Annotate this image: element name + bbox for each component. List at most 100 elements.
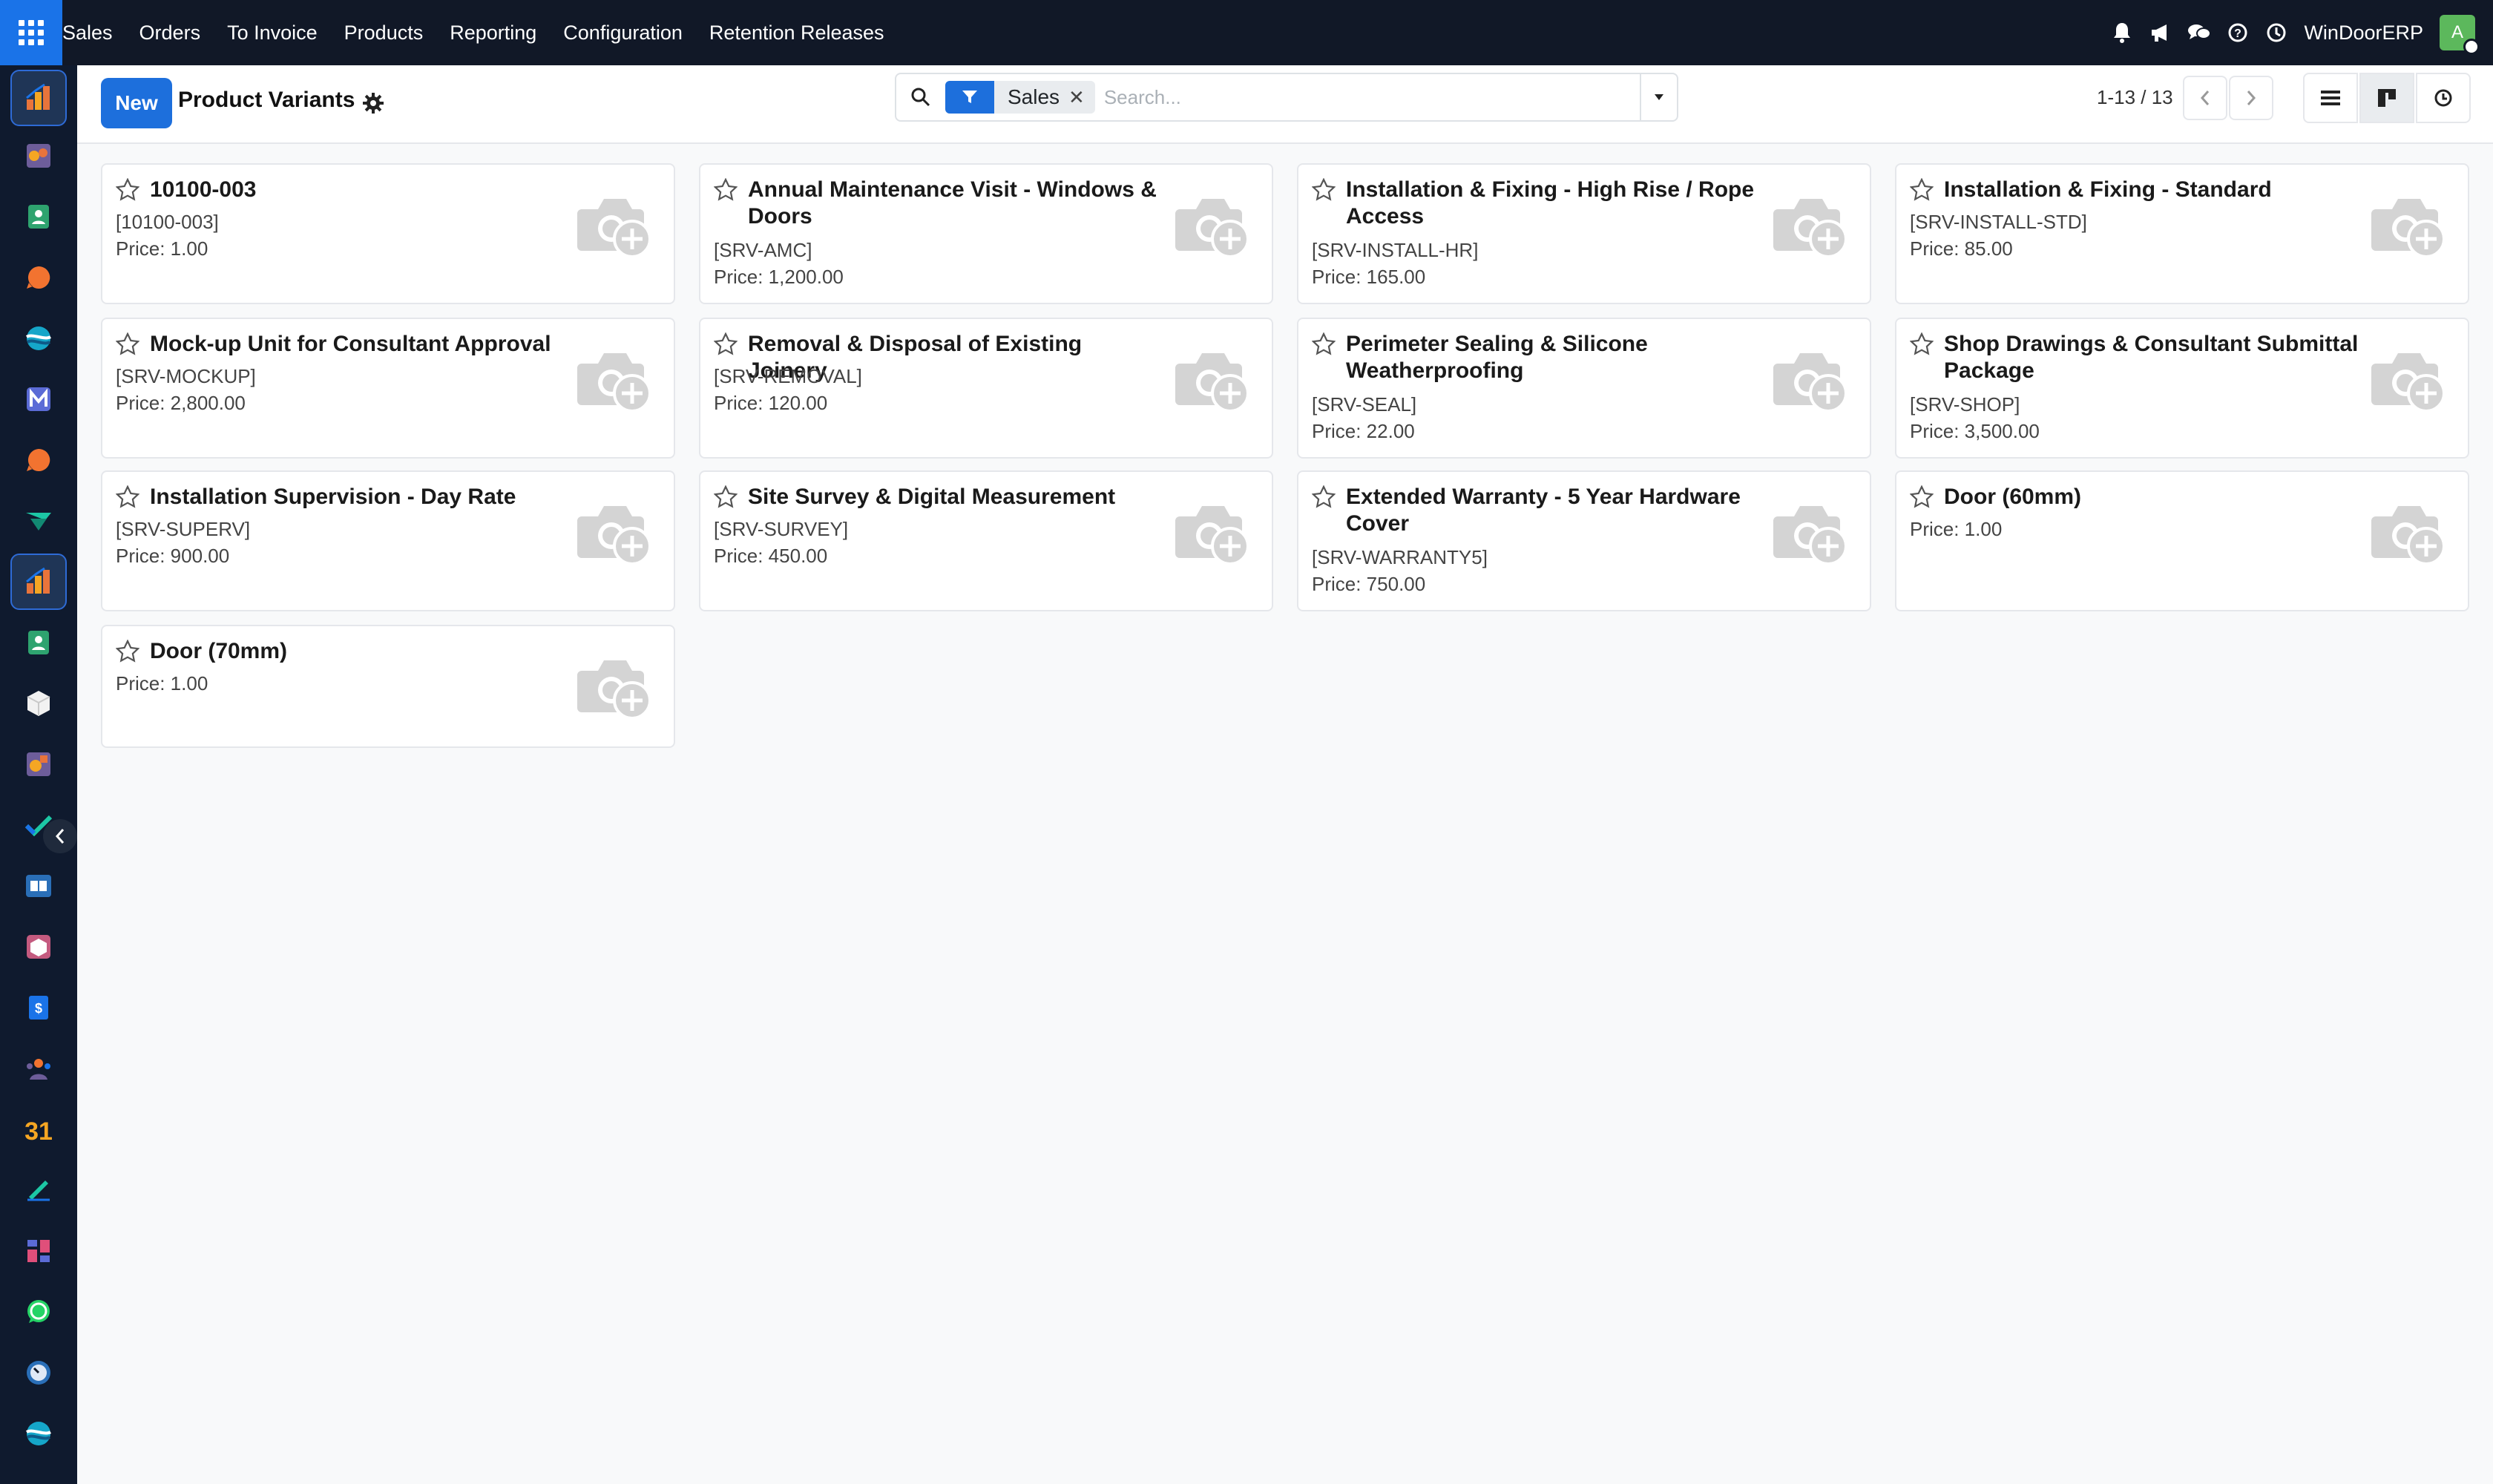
- facet-value: Sales: [1008, 85, 1060, 108]
- menu-reporting[interactable]: Reporting: [436, 0, 550, 65]
- product-name: Shop Drawings & Consultant Submittal Pac…: [1944, 332, 2359, 383]
- add-photo-icon: [2371, 199, 2446, 258]
- pager-value[interactable]: 1-13 / 13: [2097, 86, 2173, 109]
- product-card[interactable]: Shop Drawings & Consultant Submittal Pac…: [1895, 318, 2469, 459]
- star-icon[interactable]: [1312, 178, 1336, 202]
- sidebar-app-chat[interactable]: [10, 432, 67, 488]
- apps-grid-icon: [19, 20, 44, 45]
- sidebar-collapse-button[interactable]: [43, 819, 77, 853]
- product-card[interactable]: Perimeter Sealing & Silicone Weatherproo…: [1297, 318, 1871, 459]
- avatar[interactable]: A: [2440, 15, 2480, 55]
- discuss-icon: [27, 144, 50, 168]
- sidebar-app-whatsapp[interactable]: [10, 1284, 67, 1340]
- product-reference: [SRV-SURVEY]: [714, 518, 849, 540]
- knowledge-book-icon: [26, 875, 51, 897]
- menu-retention-releases[interactable]: Retention Releases: [696, 0, 898, 65]
- star-icon[interactable]: [1910, 485, 1934, 509]
- product-price: Price: 1,200.00: [714, 266, 844, 288]
- new-button[interactable]: New: [101, 78, 172, 128]
- product-price: Price: 900.00: [116, 545, 230, 567]
- product-card[interactable]: Installation & Fixing - Standard [SRV-IN…: [1895, 163, 2469, 304]
- chat-icon[interactable]: [2181, 14, 2218, 51]
- accounting-icon: $: [29, 996, 48, 1020]
- sidebar-app-product[interactable]: [10, 919, 67, 975]
- clock-icon[interactable]: [2258, 14, 2295, 51]
- product-card[interactable]: Site Survey & Digital Measurement [SRV-S…: [699, 470, 1273, 611]
- star-icon[interactable]: [1312, 332, 1336, 356]
- sidebar-app-website-2[interactable]: [10, 1405, 67, 1462]
- product-card[interactable]: Door (70mm) Price: 1.00: [101, 625, 675, 748]
- star-icon[interactable]: [714, 332, 738, 356]
- product-card[interactable]: Installation Supervision - Day Rate [SRV…: [101, 470, 675, 611]
- star-icon[interactable]: [116, 485, 139, 509]
- sidebar-app-contacts-2[interactable]: [10, 614, 67, 671]
- search-input[interactable]: Search...: [1104, 86, 1640, 109]
- help-icon[interactable]: ?: [2219, 14, 2256, 51]
- sidebar-app-inventory[interactable]: [10, 675, 67, 732]
- add-photo-icon: [1773, 199, 1847, 258]
- product-card[interactable]: Door (60mm) Price: 1.00: [1895, 470, 2469, 611]
- sidebar-app-email-marketing[interactable]: [10, 371, 67, 427]
- add-photo-icon: [1175, 353, 1249, 413]
- list-view-button[interactable]: [2303, 73, 2358, 123]
- whatsapp-icon: [27, 1300, 50, 1323]
- pager-previous-button[interactable]: [2183, 76, 2227, 120]
- bell-icon[interactable]: [2103, 14, 2141, 51]
- product-price: Price: 2,800.00: [116, 392, 246, 414]
- product-card[interactable]: Mock-up Unit for Consultant Approval [SR…: [101, 318, 675, 459]
- app-menu-button[interactable]: [0, 0, 62, 65]
- chevron-left-icon: [2200, 91, 2210, 105]
- star-icon[interactable]: [714, 178, 738, 202]
- product-reference: [SRV-WARRANTY5]: [1312, 546, 1488, 568]
- activity-view-button[interactable]: [2416, 73, 2471, 123]
- sidebar-app-calendar[interactable]: 31: [10, 1101, 67, 1158]
- menu-sales[interactable]: Sales: [62, 0, 126, 65]
- sidebar-app-sales[interactable]: [10, 70, 67, 126]
- product-name: Site Survey & Digital Measurement: [748, 485, 1116, 509]
- product-card[interactable]: Removal & Disposal of Existing Joinery […: [699, 318, 1273, 459]
- sidebar-app-sign[interactable]: [10, 1162, 67, 1218]
- star-icon[interactable]: [714, 485, 738, 509]
- search-options-toggle[interactable]: [1640, 74, 1677, 120]
- product-reference: [SRV-MOCKUP]: [116, 365, 256, 387]
- gear-icon[interactable]: [361, 91, 386, 116]
- megaphone-icon[interactable]: [2142, 14, 2179, 51]
- list-view-icon: [2321, 91, 2340, 105]
- add-photo-icon: [577, 353, 651, 413]
- company-name[interactable]: WinDoorERP: [2304, 22, 2423, 45]
- pager-next-button[interactable]: [2229, 76, 2273, 120]
- menu-configuration[interactable]: Configuration: [550, 0, 696, 65]
- product-card[interactable]: Extended Warranty - 5 Year Hardware Cove…: [1297, 470, 1871, 611]
- star-icon[interactable]: [116, 332, 139, 356]
- star-icon[interactable]: [1312, 485, 1336, 509]
- sidebar-app-livechat[interactable]: [10, 249, 67, 306]
- menu-to-invoice[interactable]: To Invoice: [214, 0, 331, 65]
- product-card[interactable]: Annual Maintenance Visit - Windows & Doo…: [699, 163, 1273, 304]
- sidebar-app-knowledge[interactable]: [10, 858, 67, 914]
- sidebar-app-project[interactable]: [10, 493, 67, 549]
- sidebar-app-website[interactable]: [10, 310, 67, 367]
- menu-orders[interactable]: Orders: [126, 0, 214, 65]
- sidebar-app-crm[interactable]: [10, 736, 67, 792]
- search-icon[interactable]: [896, 74, 945, 120]
- star-icon[interactable]: [1910, 332, 1934, 356]
- sidebar-app-accounting[interactable]: $: [10, 979, 67, 1036]
- star-icon[interactable]: [116, 640, 139, 663]
- product-price: Price: 450.00: [714, 545, 828, 567]
- remove-facet-icon[interactable]: ✕: [1068, 86, 1095, 109]
- sidebar-app-dashboards[interactable]: [10, 1223, 67, 1279]
- product-name: Annual Maintenance Visit - Windows & Doo…: [748, 177, 1157, 229]
- product-price: Price: 22.00: [1312, 420, 1415, 442]
- kanban-view-button[interactable]: [2359, 73, 2414, 123]
- sidebar-app-sales-active[interactable]: [10, 554, 67, 610]
- sidebar-app-employees[interactable]: [10, 1040, 67, 1097]
- sidebar-app-contacts[interactable]: [10, 188, 67, 245]
- star-icon[interactable]: [116, 178, 139, 202]
- sidebar-app-discuss[interactable]: [10, 128, 67, 184]
- inventory-box-icon: [27, 691, 50, 716]
- star-icon[interactable]: [1910, 178, 1934, 202]
- sidebar-app-timesheets[interactable]: [10, 1345, 67, 1401]
- product-card[interactable]: Installation & Fixing - High Rise / Rope…: [1297, 163, 1871, 304]
- menu-products[interactable]: Products: [331, 0, 437, 65]
- product-card[interactable]: 10100-003 [10100-003] Price: 1.00: [101, 163, 675, 304]
